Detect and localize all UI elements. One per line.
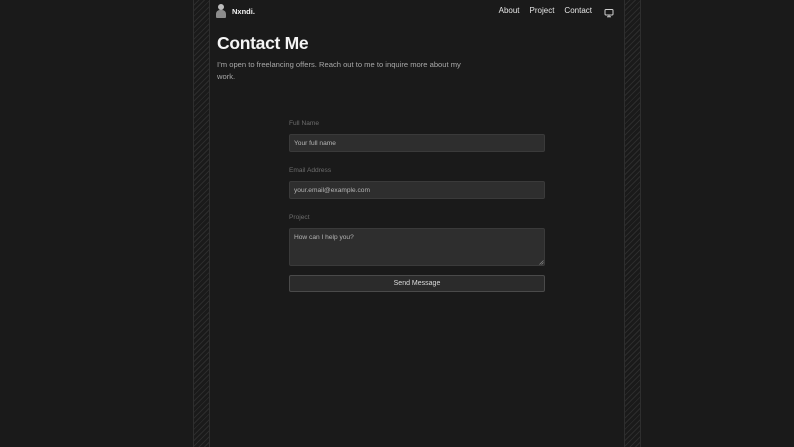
- email-label: Email Address: [289, 167, 332, 174]
- full-name-input[interactable]: [289, 134, 545, 152]
- contact-form: Full Name Email Address Project Send Mes…: [289, 119, 545, 292]
- brand-link[interactable]: Nxndi.: [216, 3, 255, 19]
- resize-grip-icon[interactable]: [539, 260, 544, 265]
- full-name-label: Full Name: [289, 120, 320, 127]
- right-hatched-rail: [624, 0, 641, 447]
- left-hatched-rail: [193, 0, 210, 447]
- send-message-button[interactable]: Send Message: [289, 275, 545, 292]
- email-input[interactable]: [289, 181, 545, 199]
- project-textarea[interactable]: [289, 228, 545, 266]
- nav-links: About Project Contact: [499, 6, 592, 15]
- brand-name: Nxndi.: [232, 6, 255, 16]
- page: Nxndi. About Project Contact Contact Me …: [0, 0, 794, 447]
- page-title: Contact Me: [217, 33, 309, 53]
- project-textarea-wrapper: [289, 228, 545, 266]
- nav-link-about[interactable]: About: [499, 6, 520, 15]
- project-label: Project: [289, 214, 310, 221]
- monitor-icon[interactable]: [604, 5, 614, 18]
- top-nav: Nxndi. About Project Contact: [210, 0, 624, 22]
- nav-link-contact[interactable]: Contact: [564, 6, 592, 15]
- nav-link-project[interactable]: Project: [530, 6, 555, 15]
- page-subtitle: I’m open to freelancing offers. Reach ou…: [217, 60, 461, 81]
- avatar-icon: [216, 3, 226, 19]
